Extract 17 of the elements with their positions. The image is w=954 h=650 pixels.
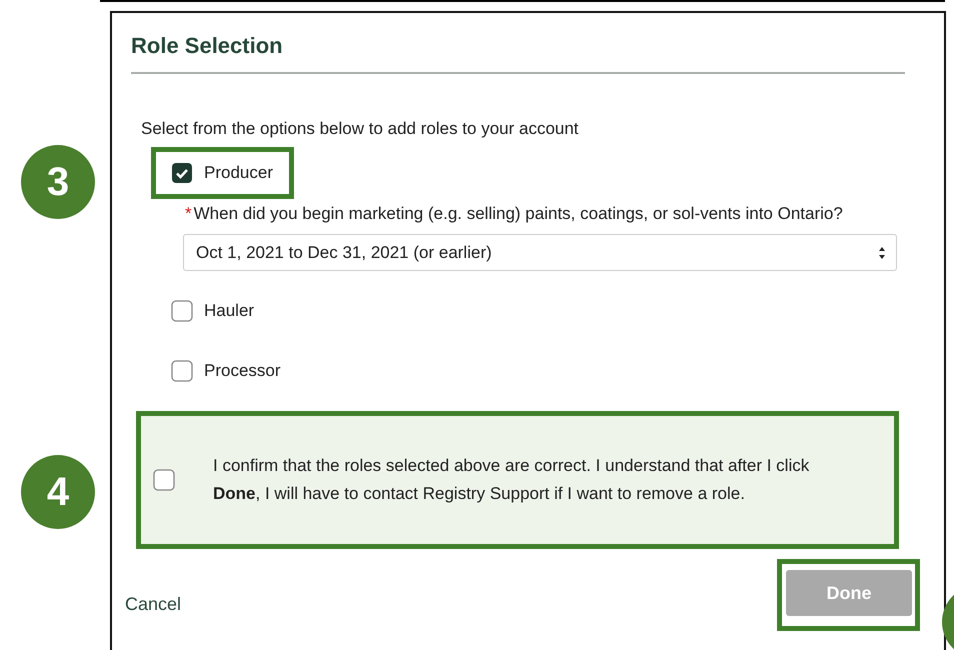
checkbox[interactable] [153,469,175,491]
required-marker: * [185,203,192,225]
checkbox-label: Producer [204,163,273,183]
step-number-badge: 3 [21,145,95,219]
dialog-title: Role Selection [131,13,905,74]
up-down-arrows-icon [878,246,886,260]
checkbox-label: Processor [204,361,281,381]
instruction-text: Select from the options below to add roles to your account [141,119,580,139]
checkbox[interactable] [171,360,193,382]
confirmation-text: I confirm that the roles selected above are correct. I understand that after I click Done, I will have to contact Registry Support if I want to remove a role. [213,455,810,505]
dropdown[interactable]: Oct 1, 2021 to Dec 31, 2021 (or earlier) [183,234,897,271]
checkbox[interactable] [171,300,193,322]
cancel-link[interactable]: Cancel [125,594,182,614]
question-text: When did you begin marketing (e.g. selling) paints, coatings, or sol-vents into Ontario? [194,203,844,225]
checkbox[interactable] [171,162,193,184]
checkbox-label: Hauler [204,301,254,321]
step-number-badge: 4 [21,455,95,529]
